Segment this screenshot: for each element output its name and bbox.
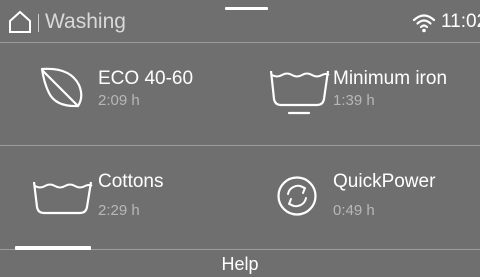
bottom-page-indicator (15, 246, 91, 250)
leaf-icon (40, 67, 86, 109)
wifi-icon (412, 12, 436, 34)
program-duration: 0:49 h (333, 202, 375, 219)
program-duration: 2:29 h (98, 202, 140, 219)
program-eco-40-60[interactable]: ECO 40-60 2:09 h (0, 43, 240, 145)
cotton-tub-icon (32, 176, 94, 216)
help-button[interactable]: Help (0, 251, 480, 274)
program-duration: 1:39 h (333, 92, 375, 109)
program-name: QuickPower (333, 171, 436, 192)
program-minimum-iron[interactable]: Minimum iron 1:39 h (240, 43, 480, 145)
clock: 11:02 (441, 11, 480, 32)
program-name: Minimum iron (333, 68, 448, 89)
program-cottons[interactable]: Cottons 2:29 h (0, 146, 240, 248)
program-quickpower[interactable]: QuickPower 0:49 h (240, 146, 480, 248)
status-bar: Washing 11:02 (0, 0, 480, 42)
title-divider (38, 14, 39, 32)
screen-title: Washing (45, 10, 126, 33)
program-name: Cottons (98, 171, 164, 192)
help-label: Help (221, 254, 259, 274)
washing-program-screen: Washing 11:02 ECO 40-60 2:09 h (0, 0, 480, 274)
minimum-iron-tub-icon (269, 65, 331, 117)
home-icon[interactable] (8, 10, 32, 34)
quickpower-icon (276, 175, 318, 217)
program-duration: 2:09 h (98, 92, 140, 109)
top-page-indicator (225, 7, 268, 10)
program-name: ECO 40-60 (98, 68, 194, 89)
